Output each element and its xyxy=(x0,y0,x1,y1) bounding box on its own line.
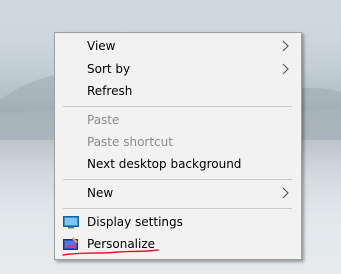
annotation-underline xyxy=(62,249,159,256)
